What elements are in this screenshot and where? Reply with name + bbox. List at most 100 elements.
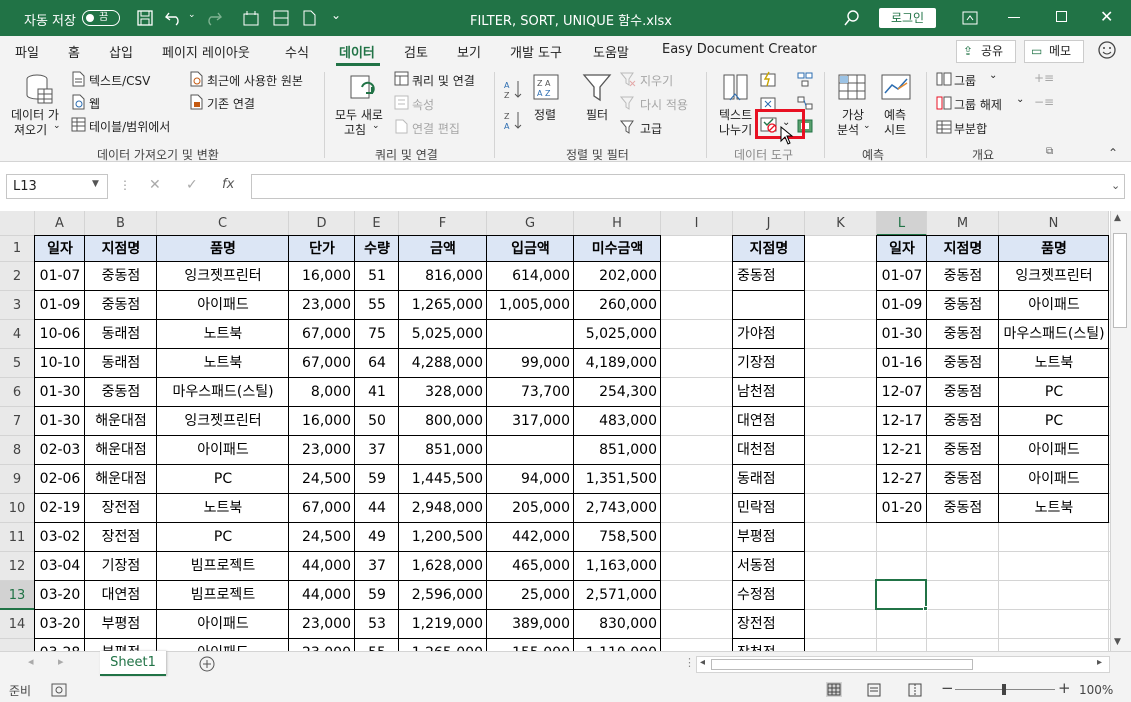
cancel-entry-icon[interactable]: ✕	[149, 177, 161, 193]
filter-result-cell[interactable]: 노트북	[999, 349, 1109, 378]
column-header-M[interactable]: M	[927, 211, 999, 236]
comments-button[interactable]: ▭ 메모	[1024, 40, 1084, 63]
main-table-cell[interactable]: 1,265,000	[399, 639, 487, 651]
main-table-cell[interactable]: 1,110,000	[574, 639, 661, 651]
branch-list-cell[interactable]	[733, 291, 805, 320]
main-table-header-cell[interactable]: 품명	[157, 236, 289, 262]
page-break-view-icon[interactable]	[908, 683, 922, 697]
filter-result-cell[interactable]: PC	[999, 407, 1109, 436]
main-table-cell[interactable]: 10-10	[35, 349, 85, 378]
refresh-all-icon[interactable]	[348, 73, 378, 103]
scroll-sheets-right-icon[interactable]: ▸	[58, 655, 64, 668]
filter-result-cell[interactable]: 중동점	[927, 262, 999, 291]
row-header-9[interactable]: 9	[0, 465, 35, 494]
main-table-cell[interactable]: 02-06	[35, 465, 85, 494]
main-table-cell[interactable]: 아이패드	[157, 436, 289, 465]
macro-record-icon[interactable]	[51, 683, 67, 697]
main-table-cell[interactable]: 55	[355, 291, 399, 320]
main-table-cell[interactable]: 851,000	[574, 436, 661, 465]
filter-result-cell[interactable]: 아이패드	[999, 465, 1109, 494]
main-table-cell[interactable]: 25,000	[487, 581, 574, 610]
branch-list-cell[interactable]: 중동점	[733, 262, 805, 291]
ribbon-display-icon[interactable]	[962, 10, 978, 26]
main-table-cell[interactable]: 67,000	[289, 320, 355, 349]
search-icon[interactable]	[843, 9, 861, 27]
get-data-dropdown-icon[interactable]: ⌄	[53, 121, 61, 131]
row-header-13[interactable]: 13	[0, 581, 35, 610]
forecast-sheet-icon[interactable]	[880, 73, 912, 103]
branch-list-cell[interactable]: 가야점	[733, 320, 805, 349]
row-header-1[interactable]: 1	[0, 236, 35, 262]
row-header-4[interactable]: 4	[0, 320, 35, 349]
filter-result-cell[interactable]: 중동점	[927, 378, 999, 407]
get-data-icon[interactable]	[24, 73, 54, 105]
sheet-tab-sheet1[interactable]: Sheet1	[100, 651, 166, 676]
main-table-cell[interactable]: 4,288,000	[399, 349, 487, 378]
main-table-cell[interactable]: 노트북	[157, 349, 289, 378]
column-header-F[interactable]: F	[399, 211, 487, 236]
filter-result-cell[interactable]: 01-07	[877, 262, 927, 291]
scroll-up-icon[interactable]: ▲	[1114, 213, 1121, 223]
filter-result-cell[interactable]: 12-17	[877, 407, 927, 436]
filter-result-header[interactable]: 지점명	[927, 236, 999, 262]
main-table-cell[interactable]: 1,163,000	[574, 552, 661, 581]
main-table-cell[interactable]: 대연점	[85, 581, 157, 610]
login-button[interactable]: 로그인	[879, 8, 936, 28]
main-table-cell[interactable]: 328,000	[399, 378, 487, 407]
main-table-header-cell[interactable]: 지점명	[85, 236, 157, 262]
main-table-cell[interactable]: 155,000	[487, 639, 574, 651]
main-table-cell[interactable]: 75	[355, 320, 399, 349]
main-table-cell[interactable]: 16,000	[289, 407, 355, 436]
main-table-cell[interactable]: 01-30	[35, 378, 85, 407]
row-header-11[interactable]: 11	[0, 523, 35, 552]
formula-input[interactable]	[251, 174, 1125, 199]
queries-connections-button[interactable]: 쿼리 및 연결	[412, 72, 475, 89]
zoom-level[interactable]: 100%	[1079, 683, 1113, 697]
main-table-cell[interactable]: 67,000	[289, 349, 355, 378]
name-box-dropdown-icon[interactable]: ▼	[92, 179, 99, 189]
sort-button[interactable]: 정렬	[534, 106, 556, 123]
text-to-columns-label-2[interactable]: 나누기	[719, 121, 752, 138]
main-table-cell[interactable]: 23,000	[289, 610, 355, 639]
branch-list-cell[interactable]: 장천점	[733, 639, 805, 651]
main-table-header-cell[interactable]: 일자	[35, 236, 85, 262]
branch-list-cell[interactable]: 민락점	[733, 494, 805, 523]
filter-result-cell[interactable]: 중동점	[927, 465, 999, 494]
main-table-cell[interactable]: 중동점	[85, 378, 157, 407]
main-table-cell[interactable]: 해운대점	[85, 465, 157, 494]
flash-fill-icon[interactable]	[760, 71, 776, 87]
undo-dropdown-icon[interactable]: ⌄	[188, 10, 196, 20]
zoom-in-icon[interactable]: +	[1058, 679, 1071, 697]
filter-result-cell[interactable]: 노트북	[999, 494, 1109, 523]
group-button[interactable]: 그룹	[954, 72, 976, 89]
main-table-cell[interactable]: 장전점	[85, 494, 157, 523]
branch-list-cell[interactable]: 수정점	[733, 581, 805, 610]
main-table-cell[interactable]: 1,005,000	[487, 291, 574, 320]
main-table-cell[interactable]: 24,500	[289, 465, 355, 494]
confirm-entry-icon[interactable]: ✓	[186, 177, 198, 193]
minimize-icon[interactable]	[1008, 17, 1020, 18]
page-layout-view-icon[interactable]	[867, 683, 881, 697]
main-table-cell[interactable]: 노트북	[157, 320, 289, 349]
filter-result-cell[interactable]: 아이패드	[999, 291, 1109, 320]
split-grip-icon[interactable]: ⋮	[684, 656, 695, 669]
feedback-smiley-icon[interactable]	[1097, 40, 1117, 60]
main-table-cell[interactable]: 94,000	[487, 465, 574, 494]
main-table-cell[interactable]: 442,000	[487, 523, 574, 552]
main-table-cell[interactable]: 잉크젯프린터	[157, 407, 289, 436]
main-table-header-cell[interactable]: 단가	[289, 236, 355, 262]
branch-list-cell[interactable]: 서동점	[733, 552, 805, 581]
save-icon[interactable]	[136, 9, 154, 27]
main-table-cell[interactable]: 5,025,000	[574, 320, 661, 349]
main-table-cell[interactable]: 1,200,500	[399, 523, 487, 552]
main-table-cell[interactable]: 53	[355, 610, 399, 639]
main-table-cell[interactable]: 10-06	[35, 320, 85, 349]
filter-result-cell[interactable]: 12-21	[877, 436, 927, 465]
main-table-cell[interactable]: 중동점	[85, 262, 157, 291]
new-file-icon[interactable]	[300, 9, 318, 27]
column-header-I[interactable]: I	[661, 211, 733, 236]
main-table-cell[interactable]: 49	[355, 523, 399, 552]
fill-handle[interactable]	[923, 606, 928, 611]
main-table-cell[interactable]: 1,265,000	[399, 291, 487, 320]
main-table-cell[interactable]: 851,000	[399, 436, 487, 465]
